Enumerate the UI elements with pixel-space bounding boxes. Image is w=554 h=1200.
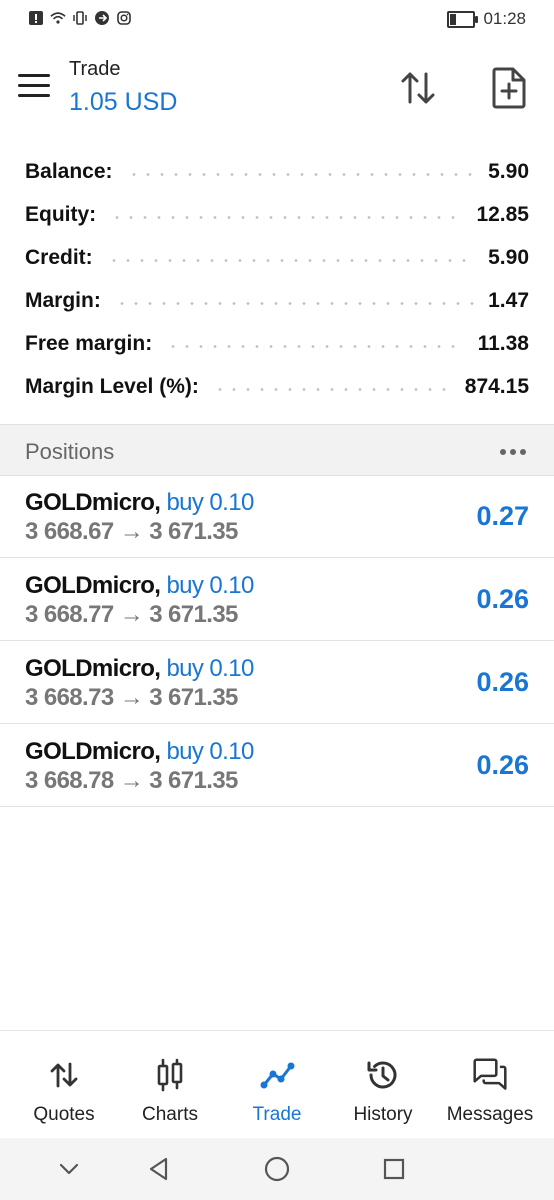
position-side: buy 0.10 [166, 489, 254, 516]
position-open-price: 3 668.77 [25, 601, 114, 628]
status-icons [28, 10, 132, 26]
nav-label: Messages [446, 1104, 534, 1125]
nav-label: Quotes [33, 1104, 95, 1125]
arrow-right-icon: → [119, 601, 144, 628]
position-row[interactable]: GOLDmicro, buy 0.10 3 668.77 → 3 671.35 … [0, 558, 554, 641]
position-profit: 0.26 [476, 750, 529, 780]
account-label: Margin Level (%): [25, 375, 199, 398]
position-open-price: 3 668.73 [25, 684, 114, 711]
account-label: Margin: [25, 289, 101, 312]
history-icon [365, 1057, 401, 1093]
account-row-credit: Credit: 5.90 [25, 240, 529, 276]
vibrate-icon [72, 10, 88, 26]
system-navigation-bar [0, 1138, 554, 1200]
quotes-icon [46, 1057, 82, 1093]
menu-icon[interactable] [18, 74, 50, 100]
dotted-leader [114, 301, 475, 305]
more-options-icon[interactable] [500, 449, 526, 455]
positions-header: Positions [0, 424, 554, 476]
position-current-price: 3 671.35 [149, 518, 238, 545]
status-right: 01:28 [447, 9, 526, 29]
wifi-icon [50, 10, 66, 26]
account-value: 5.90 [488, 160, 529, 183]
status-time: 01:28 [483, 9, 526, 28]
data-saver-icon [94, 10, 110, 26]
nav-label: Charts [142, 1104, 198, 1125]
home-icon[interactable] [262, 1154, 292, 1184]
account-label: Balance: [25, 160, 113, 183]
alert-icon [28, 10, 44, 26]
status-bar: 01:28 [0, 0, 554, 38]
position-side: buy 0.10 [166, 655, 254, 682]
nav-charts[interactable]: Charts [115, 1031, 225, 1139]
position-prices: 3 668.67 → 3 671.35 [25, 518, 238, 546]
bottom-navigation: Quotes Charts Trade History Messages [0, 1030, 554, 1139]
position-title: GOLDmicro, buy 0.10 [25, 738, 254, 766]
position-current-price: 3 671.35 [149, 684, 238, 711]
account-row-balance: Balance: 5.90 [25, 154, 529, 190]
account-row-margin-level: Margin Level (%): 874.15 [25, 369, 529, 405]
position-symbol: GOLDmicro, [25, 572, 161, 599]
position-current-price: 3 671.35 [149, 601, 238, 628]
account-value: 11.38 [477, 332, 529, 355]
arrow-right-icon: → [119, 684, 144, 711]
back-icon[interactable] [144, 1154, 174, 1184]
account-row-free-margin: Free margin: 11.38 [25, 326, 529, 362]
position-symbol: GOLDmicro, [25, 738, 161, 765]
nav-trade[interactable]: Trade [222, 1031, 332, 1139]
trade-icon [259, 1057, 295, 1093]
dotted-leader [212, 387, 451, 391]
account-label: Equity: [25, 203, 97, 226]
position-row[interactable]: GOLDmicro, buy 0.10 3 668.73 → 3 671.35 … [0, 641, 554, 724]
account-value: 12.85 [476, 203, 529, 226]
position-current-price: 3 671.35 [149, 767, 238, 794]
account-value: 874.15 [464, 375, 529, 398]
messages-icon [472, 1057, 508, 1093]
nav-label: History [353, 1104, 413, 1125]
dotted-leader [110, 215, 463, 219]
nav-messages[interactable]: Messages [435, 1031, 545, 1139]
position-row[interactable]: GOLDmicro, buy 0.10 3 668.67 → 3 671.35 … [0, 475, 554, 558]
position-title: GOLDmicro, buy 0.10 [25, 489, 254, 517]
arrow-right-icon: → [119, 767, 144, 794]
position-symbol: GOLDmicro, [25, 655, 161, 682]
position-title: GOLDmicro, buy 0.10 [25, 655, 254, 683]
position-open-price: 3 668.78 [25, 767, 114, 794]
dotted-leader [166, 344, 464, 348]
position-title: GOLDmicro, buy 0.10 [25, 572, 254, 600]
account-label: Credit: [25, 246, 93, 269]
position-side: buy 0.10 [166, 572, 254, 599]
position-row[interactable]: GOLDmicro, buy 0.10 3 668.78 → 3 671.35 … [0, 724, 554, 807]
recents-icon[interactable] [379, 1154, 409, 1184]
instagram-icon [116, 10, 132, 26]
position-prices: 3 668.78 → 3 671.35 [25, 767, 238, 795]
account-value: 5.90 [488, 246, 529, 269]
dotted-leader [106, 258, 475, 262]
page-title: Trade [69, 58, 121, 80]
header-balance: 1.05 USD [69, 88, 178, 116]
battery-icon [447, 10, 479, 28]
position-side: buy 0.10 [166, 738, 254, 765]
account-row-equity: Equity: 12.85 [25, 197, 529, 233]
dotted-leader [126, 172, 475, 176]
new-order-icon[interactable] [487, 66, 531, 110]
arrow-right-icon: → [119, 518, 144, 545]
nav-history[interactable]: History [328, 1031, 438, 1139]
sort-icon[interactable] [396, 66, 440, 110]
account-label: Free margin: [25, 332, 153, 355]
positions-title: Positions [25, 439, 115, 464]
position-prices: 3 668.73 → 3 671.35 [25, 684, 238, 712]
position-prices: 3 668.77 → 3 671.35 [25, 601, 238, 629]
nav-quotes[interactable]: Quotes [9, 1031, 119, 1139]
position-open-price: 3 668.67 [25, 518, 114, 545]
position-symbol: GOLDmicro, [25, 489, 161, 516]
position-profit: 0.26 [476, 667, 529, 697]
charts-icon [152, 1057, 188, 1093]
nav-label: Trade [252, 1104, 302, 1125]
chevron-down-icon[interactable] [54, 1154, 84, 1184]
position-profit: 0.27 [476, 501, 529, 531]
account-value: 1.47 [488, 289, 529, 312]
account-row-margin: Margin: 1.47 [25, 283, 529, 319]
position-profit: 0.26 [476, 584, 529, 614]
